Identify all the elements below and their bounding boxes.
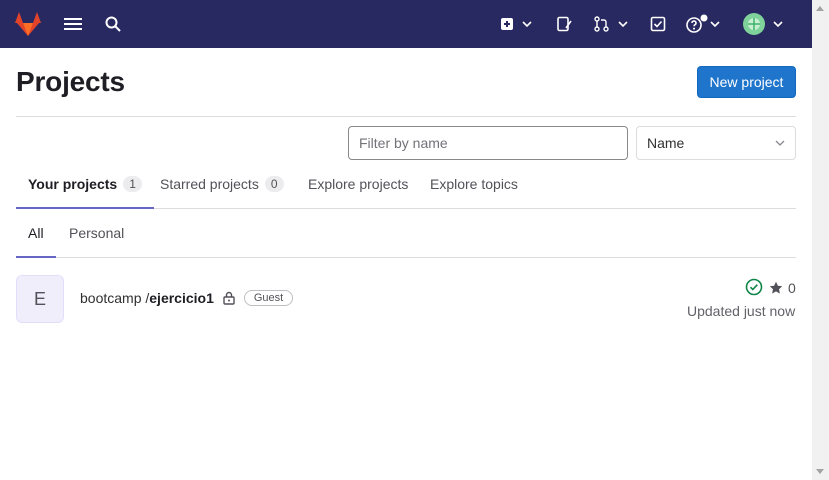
top-navbar	[0, 0, 812, 48]
count-badge: 1	[123, 176, 142, 192]
tab-your-projects[interactable]: Your projects 1	[16, 160, 154, 209]
project-name[interactable]: ejercicio1	[149, 290, 214, 306]
subtab-personal[interactable]: Personal	[69, 209, 124, 257]
tab-label: Starred projects	[160, 176, 259, 192]
issues-icon[interactable]	[553, 8, 575, 40]
user-avatar-dropdown[interactable]	[740, 8, 786, 40]
search-icon[interactable]	[100, 8, 126, 40]
page-title: Projects	[16, 66, 125, 97]
sort-dropdown[interactable]: Name	[636, 126, 796, 160]
role-badge: Guest	[243, 290, 294, 306]
tab-label: Explore topics	[430, 176, 518, 192]
subtab-label: All	[28, 225, 44, 241]
new-project-button[interactable]: New project	[697, 66, 796, 98]
page-scrollbar[interactable]	[812, 0, 829, 480]
visibility-subtabs: All Personal	[16, 209, 796, 258]
tab-label: Explore projects	[308, 176, 409, 192]
filter-by-name-input[interactable]	[348, 126, 628, 160]
scroll-down-arrow[interactable]	[816, 469, 824, 474]
subtab-all[interactable]: All	[16, 209, 56, 258]
help-dropdown[interactable]	[684, 8, 722, 40]
create-new-dropdown[interactable]	[494, 8, 536, 40]
star-count[interactable]: 0	[769, 280, 796, 296]
merge-request-dropdown[interactable]	[592, 8, 630, 40]
updated-timestamp: Updated just now	[687, 303, 796, 319]
project-title[interactable]: bootcamp / ejercicio1 Guest	[80, 290, 294, 306]
tab-explore-projects[interactable]: Explore projects	[308, 160, 408, 208]
subtab-label: Personal	[69, 225, 125, 241]
header-divider	[16, 116, 796, 117]
chevron-down-icon	[775, 140, 785, 146]
hamburger-menu-icon[interactable]	[60, 8, 86, 40]
star-icon	[769, 281, 783, 294]
sort-selected-value: Name	[647, 135, 685, 151]
scroll-up-arrow[interactable]	[816, 6, 824, 11]
todo-icon[interactable]	[647, 8, 669, 40]
tab-label: Your projects	[28, 176, 118, 192]
star-count-value: 0	[788, 280, 796, 296]
tab-explore-topics[interactable]: Explore topics	[430, 160, 518, 208]
project-tabs: Your projects 1 Starred projects 0 Explo…	[16, 160, 796, 209]
pipeline-passed-icon[interactable]	[745, 278, 763, 301]
count-badge: 0	[264, 176, 284, 192]
gitlab-logo[interactable]	[12, 8, 44, 40]
lock-icon	[222, 291, 236, 305]
tab-starred-projects[interactable]: Starred projects 0	[160, 160, 284, 208]
project-namespace: bootcamp /	[80, 290, 150, 306]
project-avatar[interactable]: E	[16, 275, 64, 323]
